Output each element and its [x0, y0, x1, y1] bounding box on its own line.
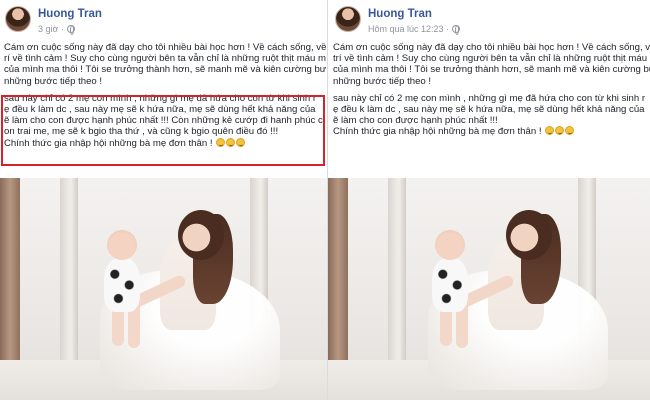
baby	[432, 258, 468, 312]
woman-head	[506, 210, 552, 260]
text-line: ẹ đều k làm dc , sau này mẹ sẽ k hứa nữa…	[4, 103, 316, 115]
baby-head	[107, 230, 137, 260]
text-line: Chính thức gia nhập hội những bà mẹ đơn …	[4, 137, 327, 149]
grin-emoji-icon	[565, 126, 575, 136]
text-line: sau này chỉ có 2 mẹ con mình , những gì …	[333, 92, 646, 104]
paragraph: Cám ơn cuộc sống này đã dạy cho tôi nhiề…	[333, 42, 650, 87]
author-name[interactable]: Huong Tran	[38, 8, 102, 20]
post-header: Huong Tran 3 giờ ·	[0, 3, 327, 39]
text-line: của mình ma thôi ! Tôi se trưởng thành h…	[4, 64, 327, 76]
post-text: Cám ơn cuộc sống này đã dạy cho tôi nhiề…	[333, 42, 650, 139]
paragraph: Cám ơn cuộc sống này đã dạy cho tôi nhiề…	[4, 42, 327, 87]
paragraph: sau này chỉ có 2 mẹ con mình , những gì …	[333, 93, 650, 138]
text-line: ẽ làm cho con được hạnh phúc nhất !!! Cò…	[4, 115, 323, 127]
grin-emoji-icon	[216, 137, 226, 147]
text-line: của mình ma thôi ! Tôi se trưởng thành h…	[333, 64, 650, 76]
text-line: những bước tiếp theo !	[4, 75, 103, 87]
text-line: ẹ đều k làm dc , sau này mẹ sẽ k hứa nữa…	[333, 103, 645, 115]
grin-emoji-icon	[236, 137, 246, 147]
grin-emoji-icon	[226, 137, 236, 147]
timestamp[interactable]: Hôm qua lúc 12:23 ·	[368, 24, 449, 34]
text-line: những bước tiếp theo !	[333, 75, 432, 87]
avatar[interactable]	[5, 6, 31, 32]
post-text: Cám ơn cuộc sống này đã dạy cho tôi nhiề…	[4, 42, 327, 150]
grin-emoji-icon	[555, 126, 565, 136]
timestamp[interactable]: 3 giờ ·	[38, 24, 64, 34]
post-meta: 3 giờ ·	[38, 24, 75, 35]
text-line: Chính thức gia nhập hội những bà mẹ đơn …	[333, 126, 650, 137]
woman-head	[178, 210, 224, 260]
post-photo[interactable]	[0, 178, 327, 400]
text-line: sau này chỉ có 2 mẹ con mình , những gì …	[4, 92, 317, 104]
post-meta: Hôm qua lúc 12:23 ·	[368, 24, 461, 35]
baby-head	[435, 230, 465, 260]
globe-icon	[452, 25, 461, 35]
text-line: Cám ơn cuộc sống này đã dạy cho tôi nhiề…	[333, 42, 650, 53]
text-line: Cám ơn cuộc sống này đã dạy cho tôi nhiề…	[4, 42, 327, 53]
text-line: on trai me, mẹ sẽ k bgio tha thứ , và cũ…	[4, 126, 279, 138]
globe-icon	[66, 25, 75, 35]
avatar[interactable]	[335, 6, 361, 32]
text-line-content: Chính thức gia nhập hội những bà mẹ đơn …	[4, 137, 213, 149]
text-line-content: Chính thức gia nhập hội những bà mẹ đơn …	[333, 126, 542, 138]
post-left: Huong Tran 3 giờ · Cám ơn cuộc sống này …	[0, 0, 327, 400]
grin-emoji-icon	[545, 126, 555, 136]
author-name[interactable]: Huong Tran	[368, 8, 432, 20]
text-line: rí về tình cảm ! Suy cho cùng người bên …	[4, 53, 327, 65]
post-right: Huong Tran Hôm qua lúc 12:23 · Cám ơn cu…	[327, 0, 650, 400]
text-line: trí về tình cảm ! Suy cho cùng người bên…	[333, 53, 650, 65]
text-line: ẽ làm cho con được hạnh phúc nhất !!!	[333, 115, 498, 127]
baby	[104, 258, 140, 312]
paragraph: sau này chỉ có 2 mẹ con mình , những gì …	[4, 93, 327, 149]
post-photo[interactable]	[328, 178, 650, 400]
post-header: Huong Tran Hôm qua lúc 12:23 ·	[328, 3, 650, 39]
